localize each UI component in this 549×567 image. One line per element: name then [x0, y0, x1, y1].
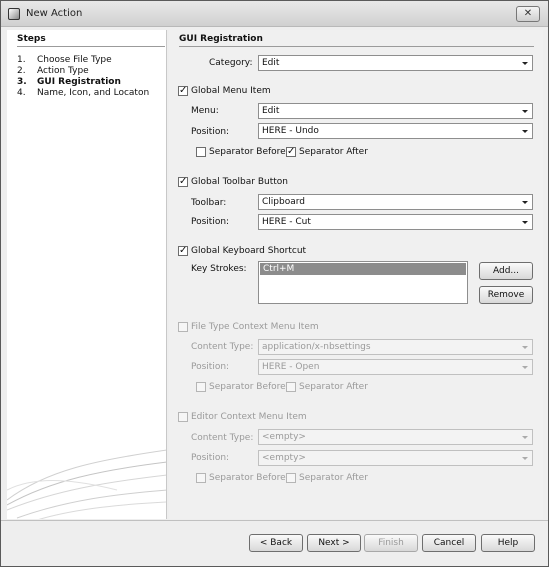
editor-separator-before-checkbox[interactable]	[196, 473, 206, 483]
cancel-button[interactable]: Cancel	[422, 534, 476, 552]
file-type-context-menu-checkbox[interactable]	[178, 322, 188, 332]
chevron-down-icon	[522, 436, 528, 439]
toolbar-position-value: HERE - Cut	[262, 217, 311, 227]
file-content-type-combo[interactable]: application/x-nbsettings	[258, 339, 533, 355]
editor-content-type-value: <empty>	[262, 432, 306, 442]
file-type-context-menu-label: File Type Context Menu Item	[191, 322, 319, 332]
step-item-4: 4. Name, Icon, and Locaton	[17, 88, 149, 98]
file-position-combo[interactable]: HERE - Open	[258, 359, 533, 375]
step-item-3-current: 3. GUI Registration	[17, 77, 121, 87]
file-separator-after-label: Separator After	[299, 382, 368, 392]
menu-separator-before-label: Separator Before	[209, 147, 286, 157]
menu-combo[interactable]: Edit	[258, 103, 533, 119]
menu-position-label: Position:	[191, 127, 230, 137]
title-bar: New Action ✕	[1, 1, 548, 27]
chevron-down-icon	[522, 366, 528, 369]
menu-label: Menu:	[191, 106, 219, 116]
menu-separator-after-checkbox[interactable]: ✓	[286, 147, 296, 157]
chevron-down-icon	[522, 62, 528, 65]
editor-context-menu-checkbox[interactable]	[178, 412, 188, 422]
editor-content-type-combo[interactable]: <empty>	[258, 429, 533, 445]
menu-separator-after-label: Separator After	[299, 147, 368, 157]
list-item-selected[interactable]: Ctrl+M	[260, 263, 466, 275]
toolbar-label: Toolbar:	[191, 198, 227, 208]
toolbar-position-combo[interactable]: HERE - Cut	[258, 214, 533, 230]
add-keystroke-button[interactable]: Add...	[479, 262, 533, 280]
menu-position-combo[interactable]: HERE - Undo	[258, 123, 533, 139]
global-toolbar-button-label: Global Toolbar Button	[191, 177, 288, 187]
step-label: GUI Registration	[37, 77, 121, 87]
step-number: 3.	[17, 77, 27, 87]
chevron-down-icon	[522, 346, 528, 349]
toolbar-combo[interactable]: Clipboard	[258, 194, 533, 210]
panel-title: GUI Registration	[179, 34, 263, 44]
global-menu-item-checkbox[interactable]: ✓	[178, 86, 188, 96]
file-position-label: Position:	[191, 362, 230, 372]
steps-divider	[17, 46, 165, 47]
category-combo[interactable]: Edit	[258, 55, 533, 71]
remove-keystroke-button[interactable]: Remove	[479, 286, 533, 304]
global-menu-item-label: Global Menu Item	[191, 86, 271, 96]
chevron-down-icon	[522, 457, 528, 460]
toolbar-position-label: Position:	[191, 217, 230, 227]
chevron-down-icon	[522, 201, 528, 204]
step-number: 2.	[17, 66, 26, 76]
step-item-1: 1. Choose File Type	[17, 55, 112, 65]
category-value: Edit	[262, 58, 280, 68]
panel-divider	[179, 46, 534, 47]
menu-position-value: HERE - Undo	[262, 126, 319, 136]
editor-separator-before-label: Separator Before	[209, 473, 286, 483]
file-content-type-value: application/x-nbsettings	[262, 342, 371, 352]
window-title: New Action	[26, 8, 83, 19]
step-number: 4.	[17, 88, 26, 98]
file-position-value: HERE - Open	[262, 362, 320, 372]
file-separator-before-label: Separator Before	[209, 382, 286, 392]
next-button[interactable]: Next >	[307, 534, 361, 552]
editor-position-label: Position:	[191, 453, 230, 463]
footer-divider	[1, 520, 548, 521]
file-separator-before-checkbox[interactable]	[196, 382, 206, 392]
back-button[interactable]: < Back	[249, 534, 303, 552]
global-keyboard-shortcut-label: Global Keyboard Shortcut	[191, 246, 307, 256]
global-keyboard-shortcut-checkbox[interactable]: ✓	[178, 246, 188, 256]
step-label: Action Type	[37, 66, 89, 76]
chevron-down-icon	[522, 130, 528, 133]
editor-context-menu-label: Editor Context Menu Item	[191, 412, 307, 422]
editor-separator-after-label: Separator After	[299, 473, 368, 483]
toolbar-value: Clipboard	[262, 197, 305, 207]
step-number: 1.	[17, 55, 26, 65]
editor-content-type-label: Content Type:	[191, 433, 254, 443]
global-toolbar-button-checkbox[interactable]: ✓	[178, 177, 188, 187]
chevron-down-icon	[522, 221, 528, 224]
app-cube-icon	[8, 8, 20, 20]
menu-separator-before-checkbox[interactable]	[196, 147, 206, 157]
step-label: Name, Icon, and Locaton	[37, 88, 150, 98]
editor-position-combo[interactable]: <empty>	[258, 450, 533, 466]
help-button[interactable]: Help	[481, 534, 535, 552]
key-strokes-list[interactable]: Ctrl+M	[258, 261, 468, 304]
editor-separator-after-checkbox[interactable]	[286, 473, 296, 483]
chevron-down-icon	[522, 110, 528, 113]
file-content-type-label: Content Type:	[191, 342, 254, 352]
step-label: Choose File Type	[37, 55, 112, 65]
category-label: Category:	[209, 58, 253, 68]
steps-panel: Steps 1. Choose File Type 2. Action Type 3…	[7, 30, 167, 519]
decorative-swirl-image	[7, 449, 166, 519]
close-button[interactable]: ✕	[516, 6, 540, 22]
step-item-2: 2. Action Type	[17, 66, 89, 76]
menu-value: Edit	[262, 106, 280, 116]
finish-button[interactable]: Finish	[364, 534, 418, 552]
editor-position-value: <empty>	[262, 453, 306, 463]
steps-title: Steps	[17, 34, 46, 44]
file-separator-after-checkbox[interactable]	[286, 382, 296, 392]
new-action-dialog: New Action ✕ Steps 1. Choose File Type 2.…	[0, 0, 549, 567]
gui-registration-panel: GUI Registration Category: Edit ✓ Global…	[169, 30, 543, 519]
key-strokes-label: Key Strokes:	[191, 264, 247, 274]
